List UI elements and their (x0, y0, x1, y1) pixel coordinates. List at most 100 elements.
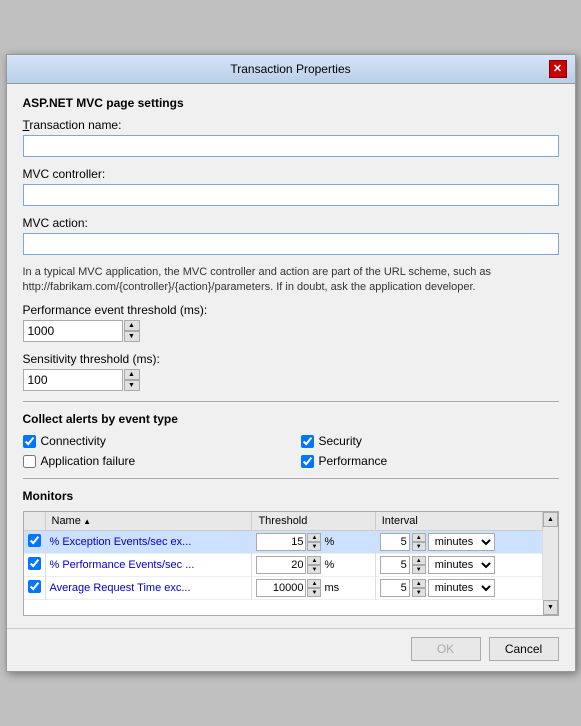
monitor-interval-select-1[interactable]: minutessecondshours (428, 556, 495, 574)
monitor-interval-cell-1: ▲▼minutessecondshours (375, 554, 542, 577)
monitor-threshold-down-2[interactable]: ▼ (307, 588, 321, 597)
monitor-interval-spin-2: ▲▼ (412, 579, 426, 597)
perf-threshold-down-btn[interactable]: ▼ (124, 331, 140, 342)
monitors-table-header-row: Name Threshold Interval (24, 512, 543, 531)
monitor-threshold-spin-1: ▲▼ (307, 556, 321, 574)
monitor-name-0: % Exception Events/sec ex... (45, 531, 252, 554)
dialog-content: ASP.NET MVC page settings Transaction na… (7, 84, 575, 629)
section-divider-1 (23, 401, 559, 402)
monitor-interval-up-1[interactable]: ▲ (412, 556, 426, 565)
close-button[interactable]: ✕ (549, 60, 567, 78)
section-divider-2 (23, 478, 559, 479)
monitor-threshold-input-1[interactable] (256, 556, 306, 574)
monitor-threshold-input-2[interactable] (256, 579, 306, 597)
header-interval-col: Interval (375, 512, 542, 531)
monitors-scrollbar[interactable]: ▲ ▼ (543, 512, 558, 615)
monitor-interval-input-2[interactable] (380, 579, 410, 597)
mvc-action-group: MVC action: (23, 216, 559, 255)
perf-threshold-input[interactable] (23, 320, 123, 342)
perf-threshold-label: Performance event threshold (ms): (23, 303, 559, 317)
perf-threshold-spinner: ▲ ▼ (23, 320, 559, 342)
monitor-interval-select-2[interactable]: minutessecondshours (428, 579, 495, 597)
transaction-name-label: Transaction name: (23, 118, 559, 132)
header-name-col[interactable]: Name (45, 512, 252, 531)
monitors-title: Monitors (23, 489, 559, 503)
alerts-section-title: Collect alerts by event type (23, 412, 559, 426)
monitor-interval-spin-1: ▲▼ (412, 556, 426, 574)
monitor-interval-up-0[interactable]: ▲ (412, 533, 426, 542)
connectivity-checkbox[interactable] (23, 435, 36, 448)
sensitivity-threshold-up-btn[interactable]: ▲ (124, 369, 140, 380)
alerts-section: Collect alerts by event type Connectivit… (23, 412, 559, 468)
perf-threshold-group: Performance event threshold (ms): ▲ ▼ (23, 303, 559, 342)
perf-threshold-up-btn[interactable]: ▲ (124, 320, 140, 331)
transaction-name-input[interactable] (23, 135, 559, 157)
security-checkbox[interactable] (301, 435, 314, 448)
mvc-action-label: MVC action: (23, 216, 559, 230)
monitor-checkbox-0[interactable] (28, 534, 41, 547)
monitor-interval-down-2[interactable]: ▼ (412, 588, 426, 597)
monitor-name-2: Average Request Time exc... (45, 577, 252, 600)
sensitivity-threshold-group: Sensitivity threshold (ms): ▲ ▼ (23, 352, 559, 391)
monitor-interval-input-0[interactable] (380, 533, 410, 551)
sensitivity-threshold-down-btn[interactable]: ▼ (124, 380, 140, 391)
mvc-controller-group: MVC controller: (23, 167, 559, 206)
alerts-checkbox-grid: Connectivity Security Application failur… (23, 434, 559, 468)
monitor-interval-down-1[interactable]: ▼ (412, 565, 426, 574)
footer-buttons: OK Cancel (7, 628, 575, 671)
monitors-section: Monitors Name Threshold Interval (23, 489, 559, 616)
sensitivity-threshold-spin-buttons: ▲ ▼ (124, 369, 140, 391)
table-row: % Exception Events/sec ex...▲▼%▲▼minutes… (24, 531, 543, 554)
monitor-threshold-cell-1: ▲▼% (252, 554, 375, 577)
header-threshold-col: Threshold (252, 512, 375, 531)
cancel-button[interactable]: Cancel (489, 637, 559, 661)
monitor-interval-select-0[interactable]: minutessecondshours (428, 533, 495, 551)
monitor-interval-cell-0: ▲▼minutessecondshours (375, 531, 542, 554)
monitor-interval-down-0[interactable]: ▼ (412, 542, 426, 551)
monitor-threshold-down-0[interactable]: ▼ (307, 542, 321, 551)
scroll-track[interactable] (543, 527, 558, 600)
monitor-threshold-input-0[interactable] (256, 533, 306, 551)
monitor-checkbox-1[interactable] (28, 557, 41, 570)
checkbox-security: Security (301, 434, 559, 448)
sensitivity-threshold-input[interactable] (23, 369, 123, 391)
connectivity-label: Connectivity (41, 434, 106, 448)
security-label: Security (319, 434, 362, 448)
perf-threshold-spin-buttons: ▲ ▼ (124, 320, 140, 342)
asp-section-title: ASP.NET MVC page settings (23, 96, 559, 110)
monitor-threshold-up-2[interactable]: ▲ (307, 579, 321, 588)
transaction-name-group: Transaction name: (23, 118, 559, 157)
mvc-controller-label: MVC controller: (23, 167, 559, 181)
monitor-interval-up-2[interactable]: ▲ (412, 579, 426, 588)
monitor-threshold-cell-0: ▲▼% (252, 531, 375, 554)
monitor-interval-input-1[interactable] (380, 556, 410, 574)
monitor-check-cell-2 (24, 577, 46, 600)
checkbox-app-failure: Application failure (23, 454, 281, 468)
monitor-threshold-unit-1: % (324, 559, 334, 571)
scroll-up-btn[interactable]: ▲ (543, 512, 558, 527)
monitor-threshold-up-1[interactable]: ▲ (307, 556, 321, 565)
monitor-threshold-up-0[interactable]: ▲ (307, 533, 321, 542)
monitor-threshold-down-1[interactable]: ▼ (307, 565, 321, 574)
monitor-check-cell-1 (24, 554, 46, 577)
monitor-interval-cell-2: ▲▼minutessecondshours (375, 577, 542, 600)
monitors-scroll-area[interactable]: Name Threshold Interval % Exception Even… (24, 512, 543, 615)
performance-checkbox[interactable] (301, 455, 314, 468)
header-check-col (24, 512, 46, 531)
titlebar: Transaction Properties ✕ (7, 55, 575, 84)
app-failure-checkbox[interactable] (23, 455, 36, 468)
table-row: % Performance Events/sec ...▲▼%▲▼minutes… (24, 554, 543, 577)
monitor-name-1: % Performance Events/sec ... (45, 554, 252, 577)
monitor-checkbox-2[interactable] (28, 580, 41, 593)
monitor-check-cell-0 (24, 531, 46, 554)
performance-label: Performance (319, 454, 388, 468)
monitor-threshold-spin-2: ▲▼ (307, 579, 321, 597)
scroll-down-btn[interactable]: ▼ (543, 600, 558, 615)
ok-button[interactable]: OK (411, 637, 481, 661)
monitor-threshold-cell-2: ▲▼ms (252, 577, 375, 600)
mvc-controller-input[interactable] (23, 184, 559, 206)
table-row: Average Request Time exc...▲▼ms▲▼minutes… (24, 577, 543, 600)
mvc-action-input[interactable] (23, 233, 559, 255)
sensitivity-threshold-spinner: ▲ ▼ (23, 369, 559, 391)
mvc-info-text: In a typical MVC application, the MVC co… (23, 265, 559, 296)
